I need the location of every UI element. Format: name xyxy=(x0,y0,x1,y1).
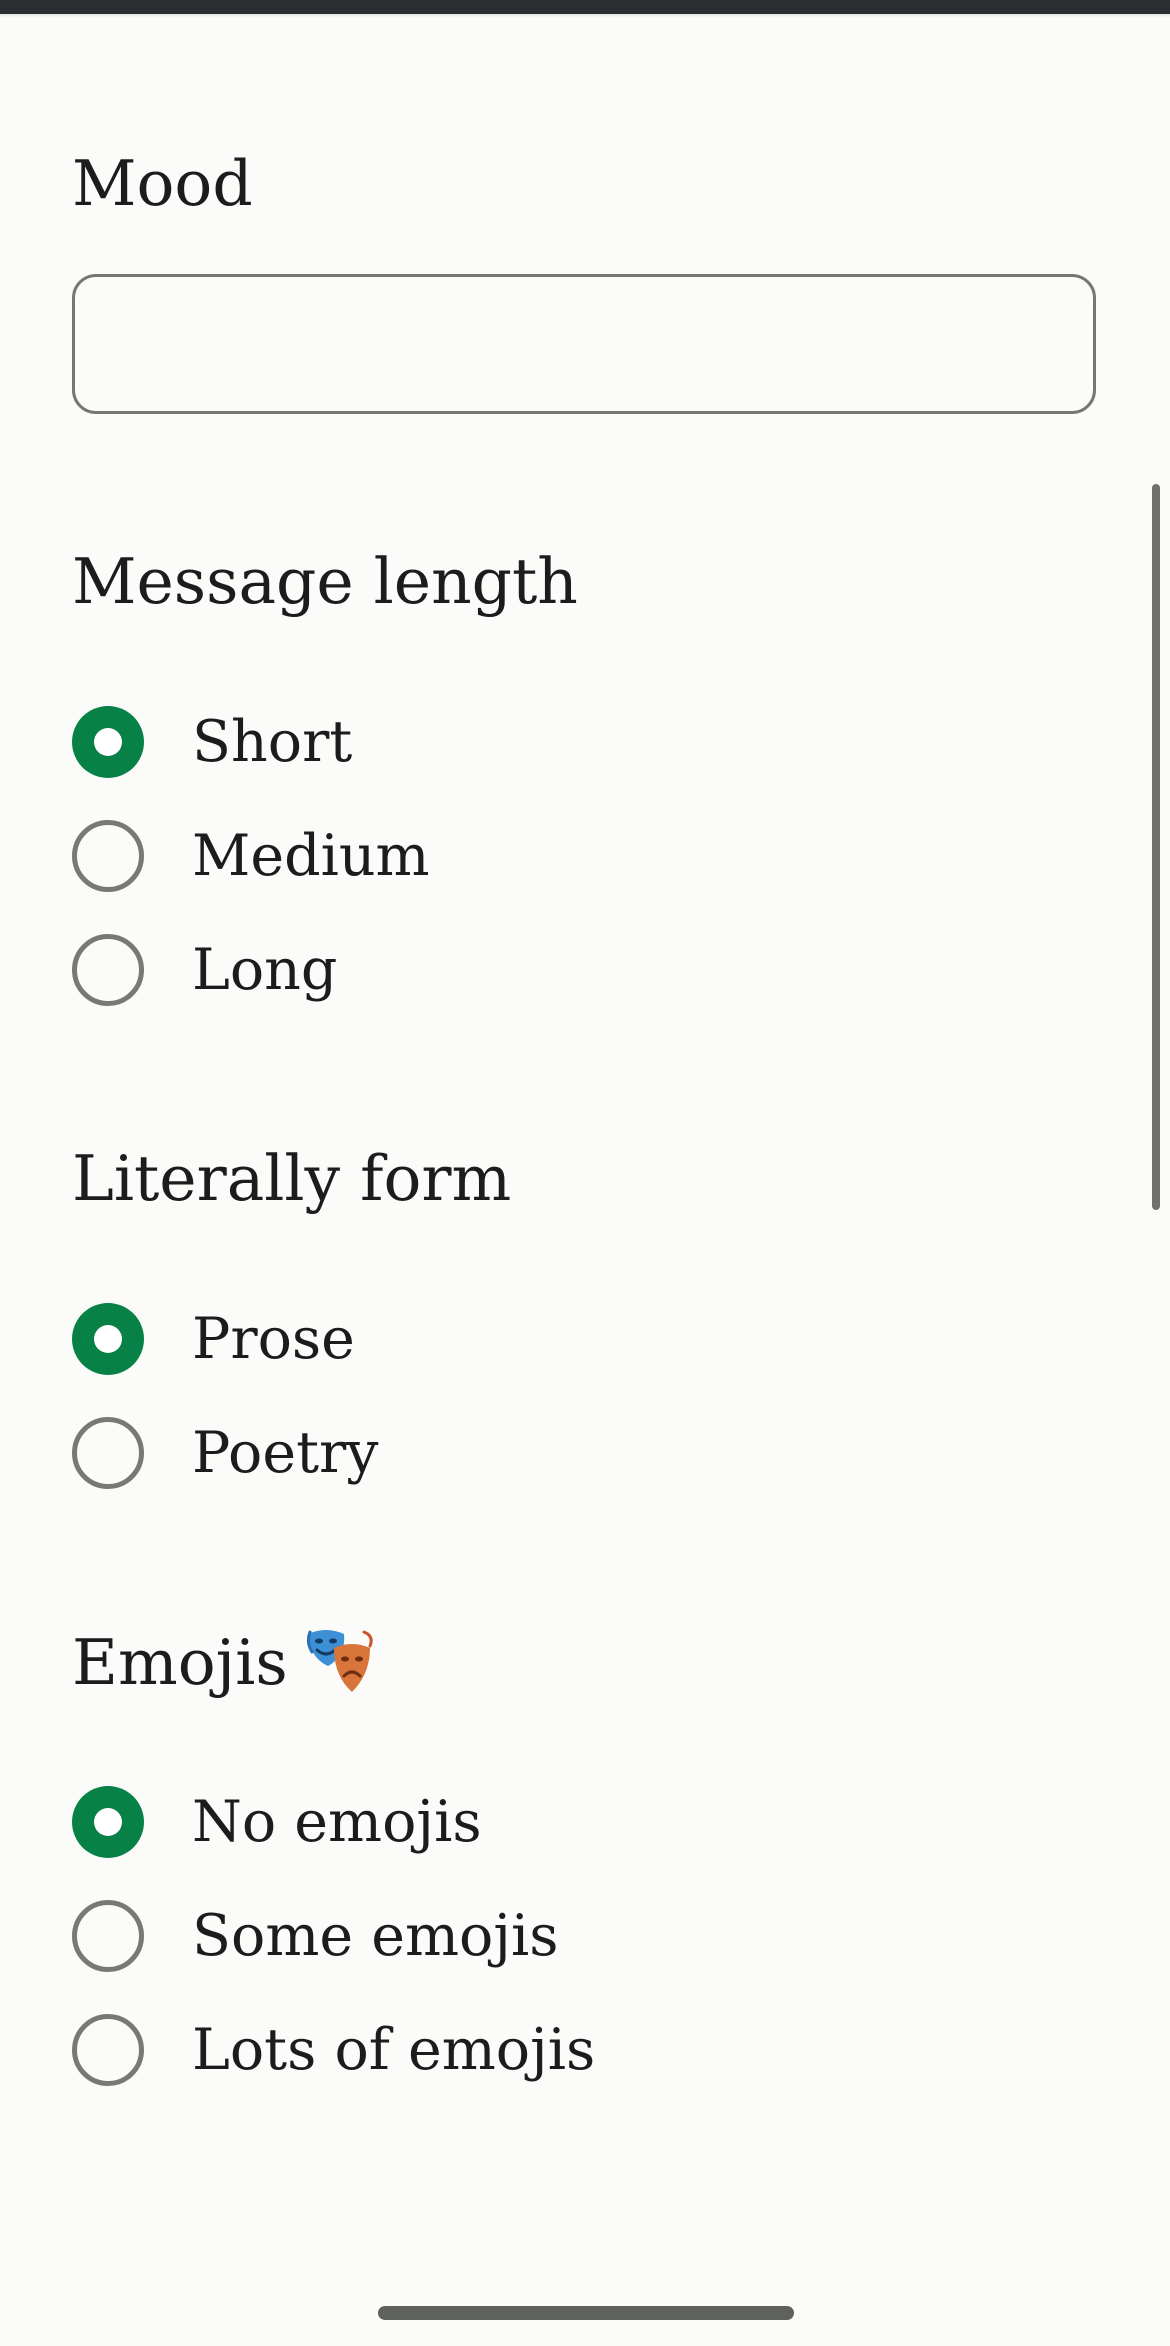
radio-option-prose[interactable]: Prose xyxy=(72,1299,355,1379)
radio-button-some-emojis[interactable] xyxy=(72,1900,144,1972)
mood-title: Mood xyxy=(72,147,253,220)
radio-button-poetry[interactable] xyxy=(72,1417,144,1489)
radio-label-prose: Prose xyxy=(192,1306,355,1372)
radio-button-short[interactable] xyxy=(72,706,144,778)
radio-button-long[interactable] xyxy=(72,934,144,1006)
performing-arts-masks-icon xyxy=(304,1626,376,1713)
message-length-title: Message length xyxy=(72,545,578,618)
radio-label-long: Long xyxy=(192,937,338,1003)
mood-field[interactable] xyxy=(72,274,1096,414)
radio-option-some-emojis[interactable]: Some emojis xyxy=(72,1896,559,1976)
radio-label-poetry: Poetry xyxy=(192,1420,379,1486)
status-bar xyxy=(0,0,1170,14)
emojis-title-text: Emojis xyxy=(72,1626,288,1699)
radio-option-long[interactable]: Long xyxy=(72,930,337,1010)
scrollbar[interactable] xyxy=(1152,484,1160,1210)
emojis-title: Emojis xyxy=(72,1626,376,1713)
literary-form-title: Literally form xyxy=(72,1142,512,1215)
radio-option-lots-of-emojis[interactable]: Lots of emojis xyxy=(72,2010,595,2090)
radio-label-short: Short xyxy=(192,709,353,775)
radio-option-medium[interactable]: Medium xyxy=(72,816,430,896)
radio-button-medium[interactable] xyxy=(72,820,144,892)
home-indicator[interactable] xyxy=(378,2306,794,2320)
radio-label-lots-of-emojis: Lots of emojis xyxy=(192,2017,596,2083)
radio-option-poetry[interactable]: Poetry xyxy=(72,1413,378,1493)
radio-button-prose[interactable] xyxy=(72,1303,144,1375)
top-divider xyxy=(0,14,1170,18)
radio-button-lots-of-emojis[interactable] xyxy=(72,2014,144,2086)
radio-option-no-emojis[interactable]: No emojis xyxy=(72,1782,482,1862)
radio-label-some-emojis: Some emojis xyxy=(192,1903,559,1969)
radio-label-no-emojis: No emojis xyxy=(192,1789,482,1855)
radio-label-medium: Medium xyxy=(192,823,430,889)
radio-button-no-emojis[interactable] xyxy=(72,1786,144,1858)
radio-option-short[interactable]: Short xyxy=(72,702,352,782)
mood-input[interactable] xyxy=(105,303,1069,389)
